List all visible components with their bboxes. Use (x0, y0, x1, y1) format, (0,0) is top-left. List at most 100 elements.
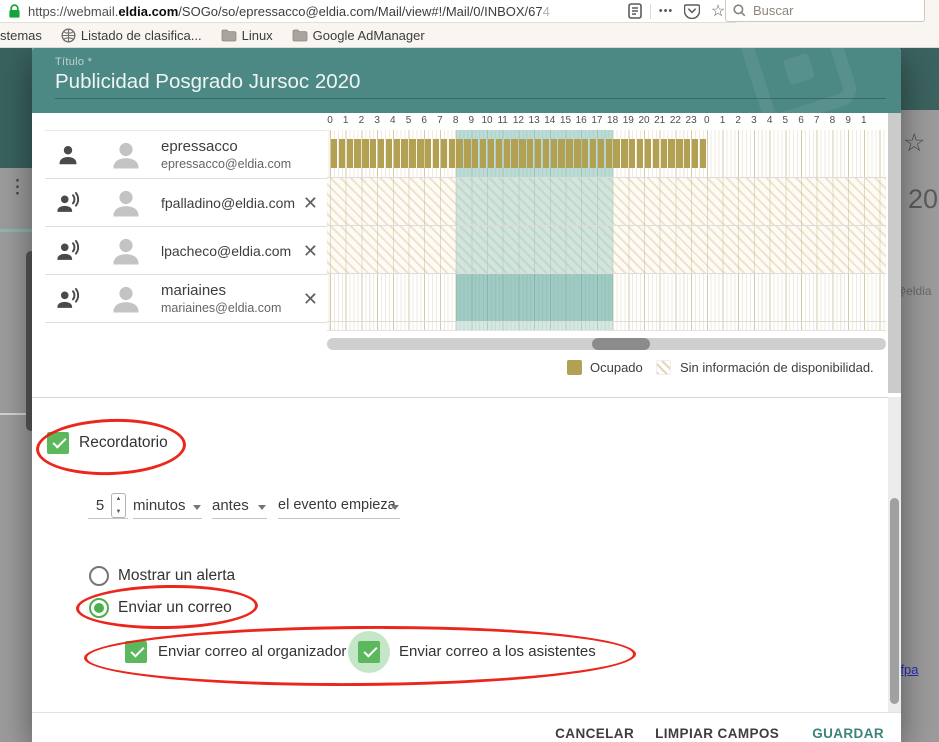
legend-noinfo-label: Sin información de disponibilidad. (680, 360, 874, 376)
browser-search[interactable]: Buscar (725, 0, 925, 22)
pocket-icon[interactable] (679, 0, 705, 22)
hour-label: 8 (825, 115, 839, 126)
reminder-reference-select[interactable]: el evento empieza (278, 496, 400, 519)
busy-block (606, 139, 612, 168)
folder-icon (221, 29, 237, 42)
attendee-email: lpacheco@eldia.com (161, 243, 291, 259)
url-bar[interactable]: https://webmail.eldia.com/SOGo/so/epress… (0, 0, 740, 23)
amount-stepper[interactable]: ▲▼ (111, 493, 126, 518)
show-alert-radio[interactable] (89, 566, 109, 586)
browser-chrome: https://webmail.eldia.com/SOGo/so/epress… (0, 0, 939, 48)
freebusy-row[interactable] (327, 274, 886, 322)
event-title-input[interactable]: Publicidad Posgrado Jursoc 2020 (55, 70, 360, 94)
hour-label: 3 (747, 115, 761, 126)
chevron-down-icon (258, 505, 266, 510)
hour-label: 13 (527, 115, 541, 126)
busy-block (394, 139, 400, 168)
attendee-voice-icon (55, 190, 81, 216)
hour-label: 22 (668, 115, 682, 126)
chevron-down-icon (193, 505, 201, 510)
hour-label: 4 (763, 115, 777, 126)
background-star-icon: ☆ (903, 128, 925, 158)
busy-block (401, 139, 407, 168)
vertical-menu-dots-icon: ⋮ (8, 184, 27, 191)
title-field-label: Título * (55, 56, 92, 68)
attendee-row: epressacco epressacco@eldia.com (45, 131, 327, 179)
attendee-email: epressacco@eldia.com (161, 157, 291, 171)
form-scrollbar-track[interactable] (888, 397, 901, 712)
stepper-down-icon[interactable]: ▼ (116, 509, 122, 515)
remove-attendee-button[interactable]: ✕ (303, 290, 318, 308)
page-actions-icon[interactable]: ••• (653, 0, 679, 22)
freebusy-horizontal-scrollbar[interactable] (327, 338, 886, 350)
hour-label: 8 (449, 115, 463, 126)
busy-block (496, 139, 502, 168)
busy-block (480, 139, 486, 168)
organizer-person-icon (55, 142, 81, 168)
save-button[interactable]: GUARDAR (812, 726, 884, 741)
freebusy-scrollbar-thumb[interactable] (592, 338, 650, 350)
bookmark-item[interactable]: stemas (0, 28, 42, 43)
hour-label: 19 (621, 115, 635, 126)
event-time-selection (456, 274, 613, 321)
attendee-name: epressacco (161, 138, 291, 155)
busy-block (511, 139, 517, 168)
hour-label: 0 (700, 115, 714, 126)
busy-block (417, 139, 423, 168)
background-toolbar-fragment (0, 48, 32, 168)
hour-label: 2 (731, 115, 745, 126)
busy-block (613, 139, 619, 168)
stepper-up-icon[interactable]: ▲ (116, 496, 122, 502)
bookmark-item[interactable]: Linux (221, 28, 273, 43)
hour-label: 18 (606, 115, 620, 126)
clear-fields-button[interactable]: LIMPIAR CAMPOS (655, 726, 779, 741)
reminder-unit-select[interactable]: minutos (133, 496, 202, 519)
busy-block (331, 139, 337, 168)
legend-busy-swatch (567, 360, 582, 375)
busy-block (598, 139, 604, 168)
busy-block (441, 139, 447, 168)
busy-block (449, 139, 455, 168)
freebusy-body (327, 130, 886, 331)
freebusy-row[interactable] (327, 178, 886, 226)
busy-block (621, 139, 627, 168)
busy-block (645, 139, 651, 168)
reminder-relation-select[interactable]: antes (212, 496, 267, 519)
hour-label: 10 (480, 115, 494, 126)
hour-label: 11 (496, 115, 510, 126)
attendee-row: fpalladino@eldia.com ✕ (45, 179, 327, 227)
reminder-unit-value: minutos (133, 497, 186, 514)
avatar (108, 233, 144, 269)
cancel-button[interactable]: CANCELAR (555, 726, 634, 741)
freebusy-row[interactable] (327, 226, 886, 274)
busy-block (472, 139, 478, 168)
remove-attendee-button[interactable]: ✕ (303, 242, 318, 260)
attendee-voice-icon (55, 238, 81, 264)
reminder-relation-value: antes (212, 497, 249, 514)
reader-view-icon[interactable] (622, 0, 648, 22)
url-text: https://webmail.eldia.com/SOGo/so/epress… (28, 4, 622, 19)
busy-block (582, 139, 588, 168)
hour-label: 5 (402, 115, 416, 126)
bookmark-item[interactable]: Listado de clasifica... (61, 28, 202, 43)
hour-label: 7 (810, 115, 824, 126)
attendee-voice-icon (55, 286, 81, 312)
title-input-underline (55, 98, 886, 99)
busy-block (653, 139, 659, 168)
freebusy-row[interactable] (327, 130, 886, 178)
bookmark-item[interactable]: Google AdManager (292, 28, 425, 43)
busy-block (574, 139, 580, 168)
attendee-row: lpacheco@eldia.com ✕ (45, 227, 327, 275)
dialog-header: Título * Publicidad Posgrado Jursoc 2020 (32, 48, 901, 113)
attendee-list: epressacco epressacco@eldia.com fpalladi… (45, 130, 327, 323)
remove-attendee-button[interactable]: ✕ (303, 194, 318, 212)
form-scrollbar-thumb[interactable] (890, 498, 899, 704)
legend-busy-label: Ocupado (590, 360, 643, 376)
hour-label: 15 (559, 115, 573, 126)
time-axis: 0123456789101112131415161718192021222301… (327, 113, 886, 130)
avatar (108, 281, 144, 317)
busy-block (637, 139, 643, 168)
busy-block (558, 139, 564, 168)
attendees-scrollbar-track[interactable] (888, 113, 901, 393)
busy-block (378, 139, 384, 168)
